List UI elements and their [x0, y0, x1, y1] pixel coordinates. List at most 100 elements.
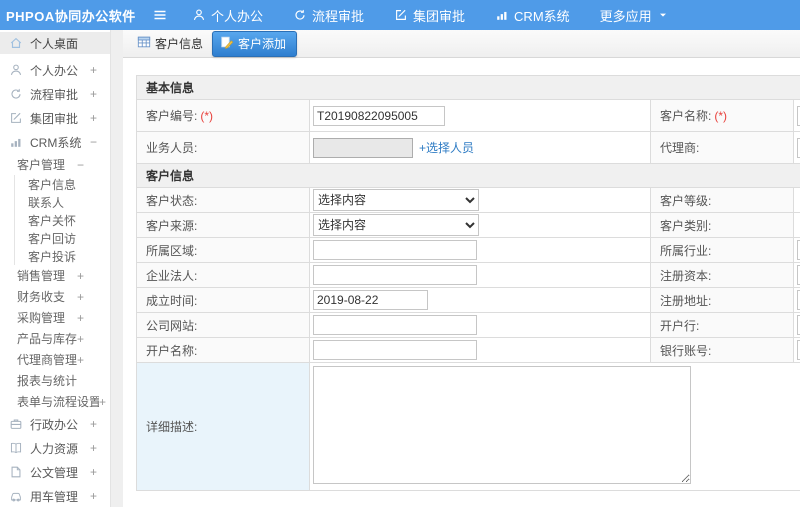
- expand-plus-icon: +: [89, 441, 97, 455]
- sidebar-item-label: 联系人: [28, 195, 65, 210]
- expand-plus-icon: +: [76, 289, 84, 304]
- sidebar-item-group-approval[interactable]: 集团审批 +: [0, 106, 110, 130]
- select-person-link[interactable]: +选择人员: [419, 141, 474, 155]
- nav-personal-office[interactable]: 个人办公: [192, 6, 263, 25]
- stamp-icon: [293, 8, 307, 22]
- founded-date-input[interactable]: [313, 290, 428, 310]
- sidebar-item-label: 销售管理: [17, 269, 66, 283]
- collapse-minus-icon: −: [89, 135, 97, 149]
- nav-label: 更多应用: [599, 8, 652, 24]
- description-textarea[interactable]: [313, 366, 691, 484]
- expand-plus-icon: +: [76, 331, 84, 346]
- sidebar-scrollbar[interactable]: [110, 30, 123, 507]
- field-label-customer-name: 客户名称: (*): [650, 99, 794, 132]
- sidebar-item-label: 代理商管理: [17, 353, 77, 367]
- sidebar-item-label: 人力资源: [30, 441, 79, 456]
- customer-status-select[interactable]: 选择内容: [313, 189, 479, 211]
- sidebar-submenu-customer-management: 客户信息 联系人 客户关怀 客户回访 客户投诉: [14, 175, 110, 265]
- bar-chart-icon: [9, 135, 23, 149]
- expand-plus-icon: +: [76, 268, 84, 283]
- sidebar-item-personal-office[interactable]: 个人办公 +: [0, 58, 110, 82]
- sidebar-item-customer-visit[interactable]: 客户回访: [15, 229, 110, 247]
- nav-crm-system[interactable]: CRM系统: [495, 6, 570, 25]
- edit-square-icon: [9, 111, 23, 125]
- sidebar-item-agent-management[interactable]: 代理商管理 +: [0, 349, 110, 370]
- field-label-customer-source: 客户来源:: [136, 212, 310, 238]
- sidebar-item-customer-info[interactable]: 客户信息: [15, 175, 110, 193]
- field-label-customer-category: 客户类别:: [650, 212, 794, 238]
- sidebar-item-vehicle-management[interactable]: 用车管理 +: [0, 484, 110, 507]
- nav-more-apps[interactable]: 更多应用: [600, 6, 669, 25]
- account-name-input[interactable]: [313, 340, 477, 360]
- sidebar-item-label: 用车管理: [30, 489, 79, 504]
- expand-plus-icon: +: [89, 417, 97, 431]
- section-header-basic-info: 基本信息: [135, 75, 800, 100]
- expand-plus-icon: +: [98, 394, 106, 409]
- sidebar-item-label: 个人桌面: [30, 36, 79, 51]
- field-label-bank-account: 银行账号:: [650, 337, 794, 363]
- sidebar-item-label: 公文管理: [30, 465, 79, 480]
- briefcase-icon: [9, 417, 23, 431]
- sidebar-item-document-management[interactable]: 公文管理 +: [0, 460, 110, 484]
- sidebar-item-customer-care[interactable]: 客户关怀: [15, 211, 110, 229]
- book-icon: [9, 441, 23, 455]
- sidebar-item-contacts[interactable]: 联系人: [15, 193, 110, 211]
- nav-label: 流程审批: [312, 8, 365, 24]
- sidebar-item-label: 个人办公: [30, 63, 79, 78]
- sidebar-item-label: 财务收支: [17, 290, 66, 304]
- sidebar-item-purchasing[interactable]: 采购管理 +: [0, 307, 110, 328]
- sidebar-item-customer-complaint[interactable]: 客户投诉: [15, 247, 110, 265]
- sidebar-item-personal-desktop[interactable]: 个人桌面: [0, 32, 110, 54]
- sidebar-item-label: 行政办公: [30, 417, 79, 432]
- field-label-industry: 所属行业:: [650, 237, 794, 263]
- document-icon: [9, 465, 23, 479]
- field-label-description: 详细描述:: [136, 362, 310, 491]
- sidebar-item-crm-system[interactable]: CRM系统 −: [0, 130, 110, 154]
- sidebar-item-finance[interactable]: 财务收支 +: [0, 286, 110, 307]
- sidebar-item-customer-management[interactable]: 客户管理 −: [0, 154, 110, 175]
- expand-plus-icon: +: [89, 63, 97, 77]
- field-label-bank: 开户行:: [650, 312, 794, 338]
- tab-label: 客户信息: [155, 37, 204, 51]
- nav-workflow-approval[interactable]: 流程审批: [293, 6, 364, 25]
- sidebar-item-products-inventory[interactable]: 产品与库存 +: [0, 328, 110, 349]
- add-customer-icon: [220, 35, 234, 52]
- required-mark: (*): [714, 109, 728, 123]
- section-header-customer-info: 客户信息: [135, 163, 800, 188]
- legal-person-input[interactable]: [313, 265, 477, 285]
- hamburger-menu-icon[interactable]: [152, 7, 168, 23]
- customer-add-form: 基本信息 客户编号:(*) 客户名称:(*) 业务人员: +选择人员 代理商:: [123, 58, 800, 507]
- customer-source-select[interactable]: 选择内容: [313, 214, 479, 236]
- sidebar-item-sales-management[interactable]: 销售管理 +: [0, 265, 110, 286]
- region-input[interactable]: [313, 240, 477, 260]
- sidebar-item-label: 产品与库存: [17, 332, 77, 346]
- sidebar-item-admin-office[interactable]: 行政办公 +: [0, 412, 110, 436]
- tab-customer-add[interactable]: 客户添加: [212, 30, 298, 57]
- field-label-registered-capital: 注册资本:: [650, 262, 794, 288]
- collapse-minus-icon: −: [76, 157, 84, 172]
- field-label-customer-level: 客户等级:: [650, 187, 794, 213]
- topbar: PHPOA协同办公软件 个人办公 流程审批 集团审批 CRM系统 更多应用: [0, 0, 800, 30]
- customer-no-input[interactable]: [313, 105, 445, 126]
- sidebar-item-label: 流程审批: [30, 87, 79, 102]
- expand-plus-icon: +: [76, 352, 84, 367]
- nav-group-approval[interactable]: 集团审批: [394, 6, 465, 25]
- field-label-registered-address: 注册地址:: [650, 287, 794, 313]
- tab-customer-info[interactable]: 客户信息: [137, 35, 203, 52]
- nav-label: 集团审批: [413, 8, 466, 24]
- main-content: 客户信息 客户添加 基本信息 客户编号:(*) 客户名称:(*): [123, 30, 800, 507]
- sidebar-item-label: 客户信息: [28, 177, 77, 192]
- sidebar-item-reports-statistics[interactable]: 报表与统计: [0, 370, 110, 391]
- field-label-account-name: 开户名称:: [136, 337, 310, 363]
- sidebar-item-label: 表单与流程设置: [17, 395, 99, 409]
- tab-strip: 客户信息 客户添加: [123, 30, 800, 58]
- field-label-legal-person: 企业法人:: [136, 262, 310, 288]
- sidebar-item-workflow-approval[interactable]: 流程审批 +: [0, 82, 110, 106]
- field-label-founded-date: 成立时间:: [136, 287, 310, 313]
- sidebar-item-human-resources[interactable]: 人力资源 +: [0, 436, 110, 460]
- sidebar-item-label: 采购管理: [17, 311, 66, 325]
- sidebar-item-form-workflow-settings[interactable]: 表单与流程设置 +: [0, 391, 110, 412]
- website-input[interactable]: [313, 315, 477, 335]
- tab-label: 客户添加: [238, 36, 287, 51]
- car-icon: [9, 489, 23, 503]
